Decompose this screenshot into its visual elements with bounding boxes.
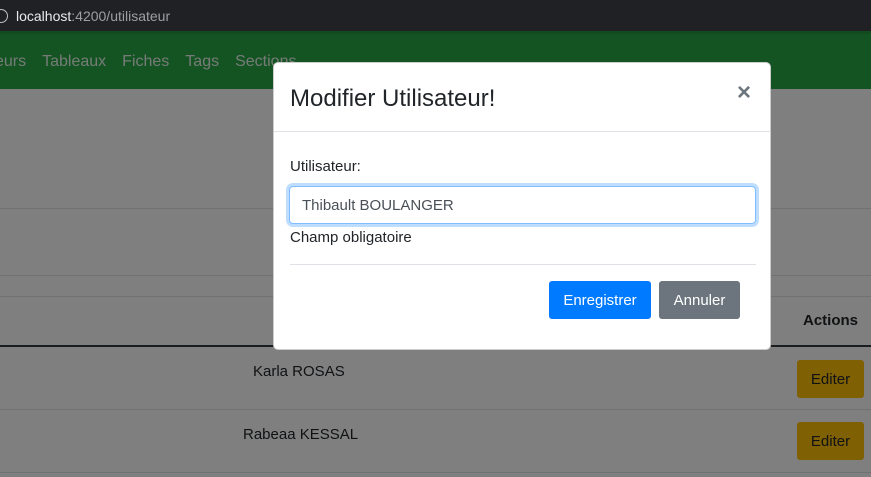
modal-title: Modifier Utilisateur!: [290, 85, 496, 112]
user-name-input[interactable]: [289, 186, 756, 224]
required-field-hint: Champ obligatoire: [290, 229, 412, 246]
url-host: localhost: [16, 7, 72, 24]
app-page: localhost:4200/utilisateur eurs Tableaux…: [0, 0, 871, 477]
cancel-button[interactable]: Annuler: [659, 281, 740, 319]
edit-user-modal: Modifier Utilisateur! × Utilisateur: Cha…: [273, 62, 771, 350]
user-field-label: Utilisateur:: [290, 158, 361, 175]
site-info-icon[interactable]: [0, 8, 8, 23]
modal-header: Modifier Utilisateur! ×: [274, 63, 770, 132]
save-button[interactable]: Enregistrer: [549, 281, 651, 319]
url-path: :4200/utilisateur: [71, 7, 171, 24]
close-icon[interactable]: ×: [734, 81, 754, 105]
modal-divider: [290, 264, 756, 265]
browser-address-bar[interactable]: localhost:4200/utilisateur: [0, 0, 871, 31]
